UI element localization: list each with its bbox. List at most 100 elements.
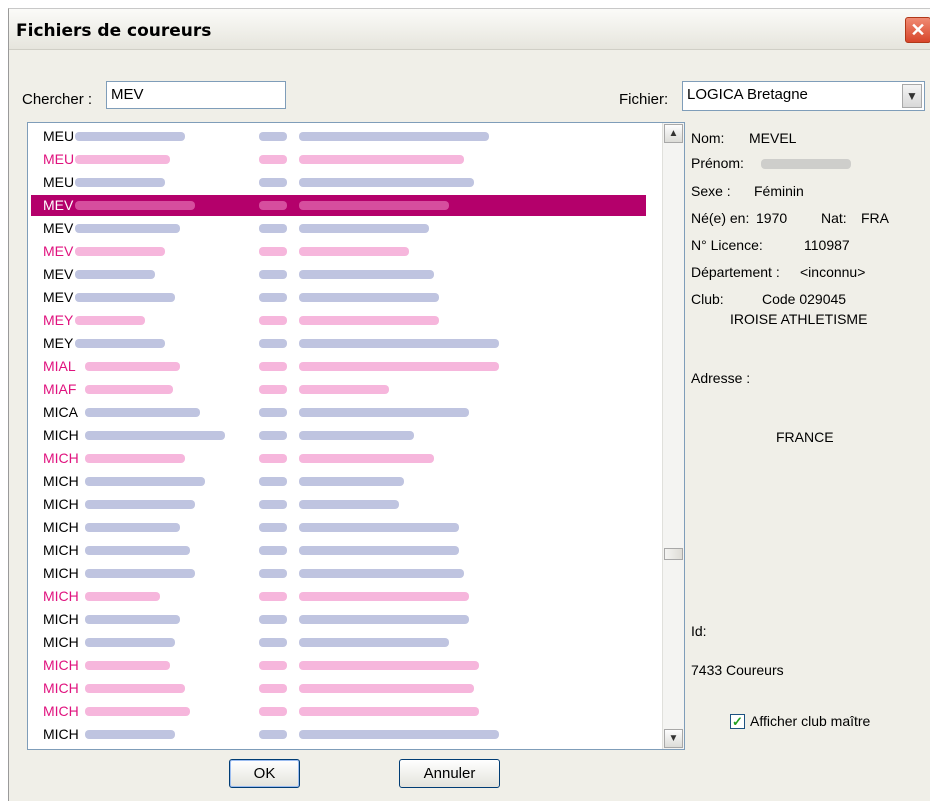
redacted-category xyxy=(259,155,287,164)
redacted-club xyxy=(299,500,399,509)
redacted-club xyxy=(299,592,469,601)
redacted-name xyxy=(85,500,195,509)
redacted-category xyxy=(259,546,287,555)
list-item[interactable]: MEV xyxy=(31,218,646,239)
ok-button[interactable]: OK xyxy=(229,759,300,788)
list-item[interactable]: MICH xyxy=(31,678,646,699)
redacted-category xyxy=(259,730,287,739)
redacted-name xyxy=(85,362,180,371)
list-item[interactable]: MEV xyxy=(31,287,646,308)
list-item[interactable]: MICH xyxy=(31,701,646,722)
list-item[interactable]: MICH xyxy=(31,425,646,446)
club-code: Code 029045 xyxy=(762,291,847,307)
redacted-category xyxy=(259,684,287,693)
list-item-name: MICA xyxy=(43,404,78,420)
list-item-name: MICH xyxy=(43,542,79,558)
scroll-down-icon[interactable]: ▼ xyxy=(664,729,683,748)
list-item[interactable]: MICH xyxy=(31,540,646,561)
redacted-category xyxy=(259,592,287,601)
list-item[interactable]: MICH xyxy=(31,609,646,630)
list-item-name: MICH xyxy=(43,496,79,512)
close-icon[interactable]: ✕ xyxy=(905,17,930,43)
list-item-name: MEU xyxy=(43,128,75,144)
scroll-thumb[interactable] xyxy=(664,548,683,560)
list-item-name: MICH xyxy=(43,611,79,627)
list-item[interactable]: MICA xyxy=(31,402,646,423)
redacted-name xyxy=(85,385,173,394)
list-item-name: MICH xyxy=(43,680,79,696)
list-item-name: MIAL xyxy=(43,358,76,374)
redacted-name xyxy=(85,707,190,716)
list-item[interactable]: MEV xyxy=(31,264,646,285)
redacted-club xyxy=(299,454,434,463)
file-select-value: LOGICA Bretagne xyxy=(687,86,808,103)
redacted-name xyxy=(85,546,190,555)
redacted-name xyxy=(75,178,165,187)
list-item[interactable]: MEY xyxy=(31,333,646,354)
list-item[interactable]: MICH xyxy=(31,563,646,584)
search-input[interactable]: MEV xyxy=(106,81,286,109)
sexe-value: Féminin xyxy=(754,183,804,199)
redacted-name xyxy=(85,592,160,601)
list-item[interactable]: MICH xyxy=(31,471,646,492)
redacted-club xyxy=(299,477,404,486)
redacted-name xyxy=(85,684,185,693)
list-item-name: MICH xyxy=(43,473,79,489)
nationality-label: Nat: xyxy=(821,210,847,226)
redacted-category xyxy=(259,316,287,325)
redacted-name xyxy=(85,638,175,647)
list-item-name: MICH xyxy=(43,427,79,443)
file-select[interactable]: LOGICA Bretagne ▼ xyxy=(682,81,925,111)
redacted-club xyxy=(299,569,464,578)
redacted-name xyxy=(85,730,175,739)
birth-year-label: Né(e) en: xyxy=(691,210,750,226)
show-master-club-label: Afficher club maître xyxy=(750,713,871,729)
nom-value: MEVEL xyxy=(749,130,797,146)
list-item[interactable]: MICH xyxy=(31,494,646,515)
list-item[interactable]: MICH xyxy=(31,632,646,653)
list-item[interactable]: MEV xyxy=(31,241,646,262)
list-item[interactable]: MEV xyxy=(31,195,646,216)
list-item-name: MIAF xyxy=(43,381,77,397)
list-item-name: MICH xyxy=(43,634,79,650)
list-item[interactable]: MICH xyxy=(31,724,646,745)
vertical-scrollbar[interactable]: ▲ ▼ xyxy=(662,123,684,749)
list-item[interactable]: MICH xyxy=(31,517,646,538)
show-master-club-checkbox[interactable]: ✓ xyxy=(730,714,745,729)
list-item-name: MEV xyxy=(43,197,74,213)
redacted-club xyxy=(299,362,499,371)
redacted-name xyxy=(75,224,180,233)
list-item[interactable]: MICH xyxy=(31,586,646,607)
list-item[interactable]: MEU xyxy=(31,172,646,193)
list-item-name: MICH xyxy=(43,703,79,719)
redacted-category xyxy=(259,247,287,256)
nom-label: Nom: xyxy=(691,130,725,146)
redacted-club xyxy=(299,684,474,693)
redacted-category xyxy=(259,661,287,670)
chevron-down-icon[interactable]: ▼ xyxy=(902,84,922,108)
redacted-category xyxy=(259,224,287,233)
redacted-club xyxy=(299,293,439,302)
list-item[interactable]: MIAL xyxy=(31,356,646,377)
redacted-category xyxy=(259,362,287,371)
redacted-name xyxy=(85,615,180,624)
redacted-category xyxy=(259,454,287,463)
redacted-category xyxy=(259,477,287,486)
scroll-up-icon[interactable]: ▲ xyxy=(664,124,683,143)
redacted-category xyxy=(259,523,287,532)
list-item[interactable]: MICH xyxy=(31,655,646,676)
list-item[interactable]: MEU xyxy=(31,126,646,147)
cancel-button[interactable]: Annuler xyxy=(399,759,500,788)
redacted-category xyxy=(259,201,287,210)
list-item[interactable]: MEY xyxy=(31,310,646,331)
list-item[interactable]: MICH xyxy=(31,448,646,469)
list-item[interactable]: MIAF xyxy=(31,379,646,400)
title-bar: Fichiers de coureurs ✕ xyxy=(9,9,930,50)
redacted-name xyxy=(75,270,155,279)
runners-list[interactable]: MEU MEU MEU MEV MEV MEV MEV MEV MEY MEY MIAL MIAF MI… xyxy=(27,122,685,750)
list-item[interactable]: MEU xyxy=(31,149,646,170)
department-label: Département : xyxy=(691,264,780,280)
redacted-name xyxy=(85,431,225,440)
redacted-category xyxy=(259,638,287,647)
redacted-club xyxy=(299,385,389,394)
